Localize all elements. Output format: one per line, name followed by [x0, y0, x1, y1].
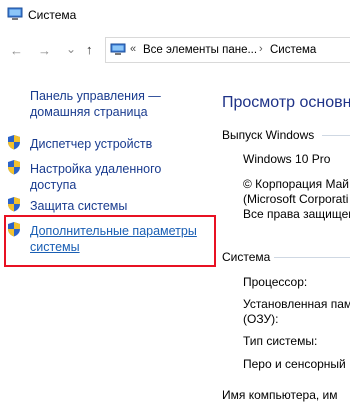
ram-label-line1: Установленная пам — [243, 297, 350, 311]
section-system: Система — [222, 250, 271, 264]
windows-edition-value: Windows 10 Pro — [243, 152, 331, 166]
window-title: Система — [28, 8, 77, 22]
page-title: Просмотр основн — [222, 94, 350, 111]
breadcrumb-separator: › — [259, 43, 263, 55]
sidebar-item-advanced-line1: Дополнительные параметры — [30, 224, 197, 238]
sidebar-home-label-line2: домашняя страница — [30, 105, 148, 119]
sidebar-item-remote-line2: доступа — [30, 178, 77, 192]
system-type-label: Тип системы: — [243, 334, 318, 348]
computer-icon — [7, 7, 23, 20]
copyright-text: © Корпорация Май (Microsoft Corporati Вс… — [243, 177, 350, 222]
section-divider — [322, 135, 350, 136]
ram-label: Установленная пам (ОЗУ): — [243, 297, 350, 327]
breadcrumb-system[interactable]: Система — [270, 44, 316, 56]
shield-icon — [8, 135, 20, 150]
pen-touch-label: Перо и сенсорный — [243, 357, 346, 371]
sidebar-item-system-protection[interactable]: Защита системы — [30, 198, 127, 214]
sidebar-item-advanced-settings[interactable]: Дополнительные параметры системы — [30, 223, 197, 255]
copyright-line3: Все права защищен — [243, 207, 350, 221]
breadcrumb-overflow[interactable]: « — [130, 43, 136, 55]
forward-button[interactable]: → — [38, 43, 51, 59]
copyright-line1: © Корпорация Май — [243, 177, 349, 191]
section-computer-name: Имя компьютера, им — [222, 388, 338, 402]
ram-label-line2: (ОЗУ): — [243, 312, 279, 326]
control-panel-icon — [110, 43, 126, 55]
breadcrumb-control-panel[interactable]: Все элементы пане... — [143, 44, 257, 56]
section-windows-edition: Выпуск Windows — [222, 128, 315, 142]
section-divider — [274, 257, 350, 258]
shield-icon — [8, 222, 20, 237]
sidebar-item-remote-line1: Настройка удаленного — [30, 162, 162, 176]
sidebar-home-link[interactable]: Панель управления — домашняя страница — [30, 88, 161, 120]
title-bar: Система — [0, 0, 350, 30]
shield-icon — [8, 160, 20, 175]
sidebar-item-advanced-line2: системы — [30, 240, 80, 254]
back-button[interactable]: ← — [10, 43, 23, 59]
copyright-line2: (Microsoft Corporati — [243, 192, 349, 206]
processor-label: Процессор: — [243, 275, 308, 289]
shield-icon — [8, 197, 20, 212]
up-button[interactable]: ↑ — [86, 42, 93, 58]
recent-locations-button[interactable]: ⌄ — [66, 41, 76, 57]
address-bar[interactable]: « Все элементы пане... › Система — [105, 37, 350, 63]
sidebar-home-label-line1: Панель управления — — [30, 89, 161, 103]
sidebar-item-device-manager[interactable]: Диспетчер устройств — [30, 136, 152, 152]
sidebar-item-remote-settings[interactable]: Настройка удаленного доступа — [30, 161, 161, 193]
